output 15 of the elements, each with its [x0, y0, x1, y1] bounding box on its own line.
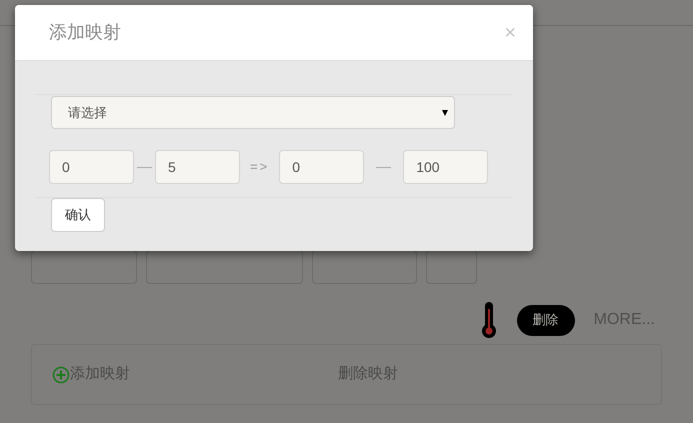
add-icon	[52, 366, 70, 384]
thermometer-icon	[480, 301, 498, 339]
arrow-text: =>	[250, 158, 270, 176]
input-field[interactable]: 0	[49, 150, 134, 184]
dialog-title: 添加映射	[49, 21, 121, 44]
dash-icon	[137, 166, 152, 168]
select-value: 请选择	[68, 104, 107, 122]
input-field[interactable]: 100	[403, 150, 488, 184]
confirm-button[interactable]: 确认	[51, 198, 105, 232]
dropdown-arrow-icon	[442, 110, 448, 116]
input-field[interactable]: 5	[155, 150, 240, 184]
input-field[interactable]: 0	[279, 150, 364, 184]
select-field[interactable]: 请选择	[51, 96, 455, 129]
dash-icon	[376, 166, 392, 168]
delete-button[interactable]: 删除	[516, 304, 575, 336]
